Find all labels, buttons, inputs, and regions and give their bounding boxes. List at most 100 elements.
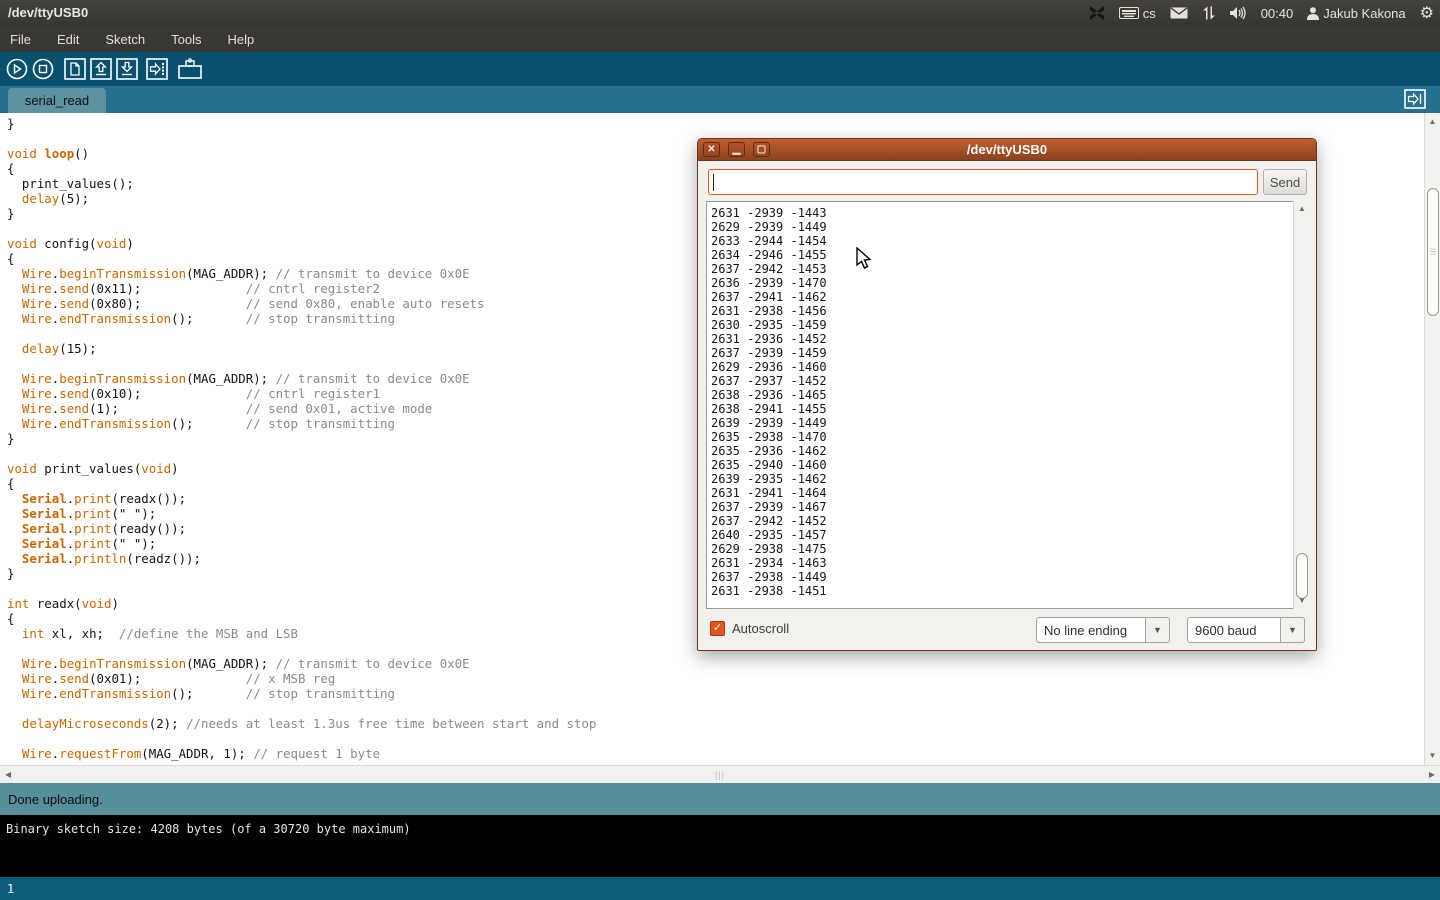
- line-number-bar: 1: [0, 877, 1440, 900]
- upload-button[interactable]: [146, 58, 168, 80]
- code-line: Wire.endTransmission(); // stop transmit…: [7, 686, 596, 701]
- serial-controls: ✓ Autoscroll No line ending ▼ 9600 baud …: [698, 617, 1316, 647]
- serial-row: 2635 -2940 -1460: [711, 458, 827, 472]
- code-line: Wire.send(0x10); // cntrl register1: [7, 386, 596, 401]
- code-line: Wire.endTransmission(); // stop transmit…: [7, 416, 596, 431]
- code-line: {: [7, 611, 596, 626]
- serial-row: 2631 -2934 -1463: [711, 556, 827, 570]
- save-sketch-button[interactable]: [116, 58, 138, 80]
- serial-row: 2640 -2935 -1457: [711, 528, 827, 542]
- serial-output-area[interactable]: 2631 -2939 -14432629 -2939 -14492633 -29…: [706, 201, 1293, 609]
- keyboard-layout-indicator[interactable]: cs: [1119, 6, 1156, 21]
- menu-item-tools[interactable]: Tools: [171, 32, 201, 47]
- menu-item-sketch[interactable]: Sketch: [105, 32, 145, 47]
- menu-item-help[interactable]: Help: [227, 32, 254, 47]
- scroll-up-icon[interactable]: ▲: [1294, 205, 1310, 213]
- verify-button[interactable]: [6, 58, 28, 80]
- code-line: Wire.send(1); // send 0x01, active mode: [7, 401, 596, 416]
- serial-row: 2633 -2944 -1454: [711, 234, 827, 248]
- sync-icon[interactable]: [1089, 6, 1105, 20]
- code-line: [7, 701, 596, 716]
- code-line: Serial.print(ready());: [7, 521, 596, 536]
- network-icon[interactable]: [1202, 6, 1216, 20]
- scroll-right-icon[interactable]: ▶: [1429, 770, 1435, 779]
- tab-menu-icon[interactable]: [1404, 89, 1426, 109]
- code-line: int xl, xh; //define the MSB and LSB: [7, 626, 596, 641]
- baud-arrow-icon[interactable]: ▼: [1281, 617, 1305, 643]
- serial-scrollbar[interactable]: ▲ ▼: [1293, 201, 1310, 609]
- code-line: Serial.print(readx());: [7, 491, 596, 506]
- menu-item-edit[interactable]: Edit: [57, 32, 79, 47]
- serial-row: 2639 -2939 -1449: [711, 416, 827, 430]
- editor-vertical-scrollbar[interactable]: ▲ ☰ ▼: [1424, 113, 1440, 765]
- scroll-down-icon[interactable]: ▼: [1294, 597, 1310, 605]
- serial-row: 2638 -2941 -1455: [711, 402, 827, 416]
- code-lines: } void loop() { print_values(); delay(5);…: [7, 116, 596, 761]
- code-line: }: [7, 566, 596, 581]
- keyboard-layout-label: cs: [1143, 6, 1156, 21]
- baud-select[interactable]: 9600 baud: [1187, 617, 1281, 643]
- serial-monitor-window: ✕ ▁ ▢ /dev/ttyUSB0 Send 2631 -2939 -1443…: [697, 138, 1317, 651]
- serial-row: 2637 -2942 -1452: [711, 514, 827, 528]
- serial-window-title: /dev/ttyUSB0: [698, 142, 1316, 157]
- code-line: print_values();: [7, 176, 596, 191]
- tabbar: serial_read: [0, 86, 1440, 113]
- code-line: {: [7, 251, 596, 266]
- window-title: /dev/ttyUSB0: [8, 5, 88, 20]
- baud-value: 9600 baud: [1195, 623, 1256, 638]
- serial-row: 2631 -2938 -1456: [711, 304, 827, 318]
- clock[interactable]: 00:40: [1261, 6, 1294, 21]
- code-line: delay(5);: [7, 191, 596, 206]
- ide-toolbar: [0, 52, 1440, 86]
- code-line: }: [7, 206, 596, 221]
- code-line: int readx(void): [7, 596, 596, 611]
- serial-row: 2634 -2946 -1455: [711, 248, 827, 262]
- code-line: void loop(): [7, 146, 596, 161]
- code-line: delay(15);: [7, 341, 596, 356]
- serial-row: 2636 -2939 -1470: [711, 276, 827, 290]
- serial-row: 2637 -2939 -1467: [711, 500, 827, 514]
- line-ending-select[interactable]: No line ending: [1036, 617, 1146, 643]
- line-ending-arrow-icon[interactable]: ▼: [1146, 617, 1170, 643]
- code-line: void print_values(void): [7, 461, 596, 476]
- serial-output: 2631 -2939 -14432629 -2939 -14492633 -29…: [711, 206, 827, 598]
- user-name-label: Jakub Kakona: [1323, 6, 1405, 21]
- code-line: void config(void): [7, 236, 596, 251]
- open-sketch-button[interactable]: [90, 58, 112, 80]
- code-line: Wire.beginTransmission(MAG_ADDR); // tra…: [7, 656, 596, 671]
- volume-icon[interactable]: [1230, 6, 1247, 20]
- code-line: [7, 356, 596, 371]
- serial-input[interactable]: [708, 169, 1258, 195]
- code-line: Wire.endTransmission(); // stop transmit…: [7, 311, 596, 326]
- scroll-up-icon[interactable]: ▲: [1425, 118, 1440, 126]
- stop-button[interactable]: [32, 58, 54, 80]
- autoscroll-label: Autoscroll: [732, 621, 789, 636]
- tab-serial-read[interactable]: serial_read: [8, 88, 106, 113]
- send-button[interactable]: Send: [1263, 169, 1307, 195]
- serial-scrollbar-thumb[interactable]: [1296, 553, 1308, 599]
- session-gear-icon[interactable]: ⚙: [1420, 3, 1434, 23]
- code-line: Wire.send(0x80); // send 0x80, enable au…: [7, 296, 596, 311]
- serial-row: 2629 -2936 -1460: [711, 360, 827, 374]
- autoscroll-checkbox[interactable]: ✓: [710, 621, 725, 636]
- scroll-left-icon[interactable]: ◀: [5, 770, 11, 779]
- status-bar: Done uploading.: [0, 783, 1440, 815]
- mouse-cursor: [856, 247, 874, 276]
- mail-icon[interactable]: [1170, 7, 1188, 19]
- new-sketch-button[interactable]: [64, 58, 86, 80]
- editor-horizontal-scrollbar[interactable]: ◀ ||| ▶: [0, 765, 1440, 783]
- tab-label: serial_read: [25, 93, 89, 108]
- serial-monitor-button[interactable]: [178, 58, 200, 80]
- code-line: [7, 326, 596, 341]
- system-tray: cs 00:40 Jakub Kakona ⚙: [1089, 0, 1434, 26]
- serial-row: 2638 -2936 -1465: [711, 388, 827, 402]
- code-line: Serial.println(readz());: [7, 551, 596, 566]
- scroll-down-icon[interactable]: ▼: [1425, 752, 1440, 760]
- menu-item-file[interactable]: File: [10, 32, 31, 47]
- user-menu[interactable]: Jakub Kakona: [1307, 6, 1405, 21]
- code-line: [7, 581, 596, 596]
- serial-row: 2631 -2938 -1451: [711, 584, 827, 598]
- serial-window-titlebar[interactable]: ✕ ▁ ▢ /dev/ttyUSB0: [698, 139, 1316, 161]
- editor-scrollbar-thumb[interactable]: ☰: [1427, 188, 1439, 316]
- code-line: Wire.send(0x11); // cntrl register2: [7, 281, 596, 296]
